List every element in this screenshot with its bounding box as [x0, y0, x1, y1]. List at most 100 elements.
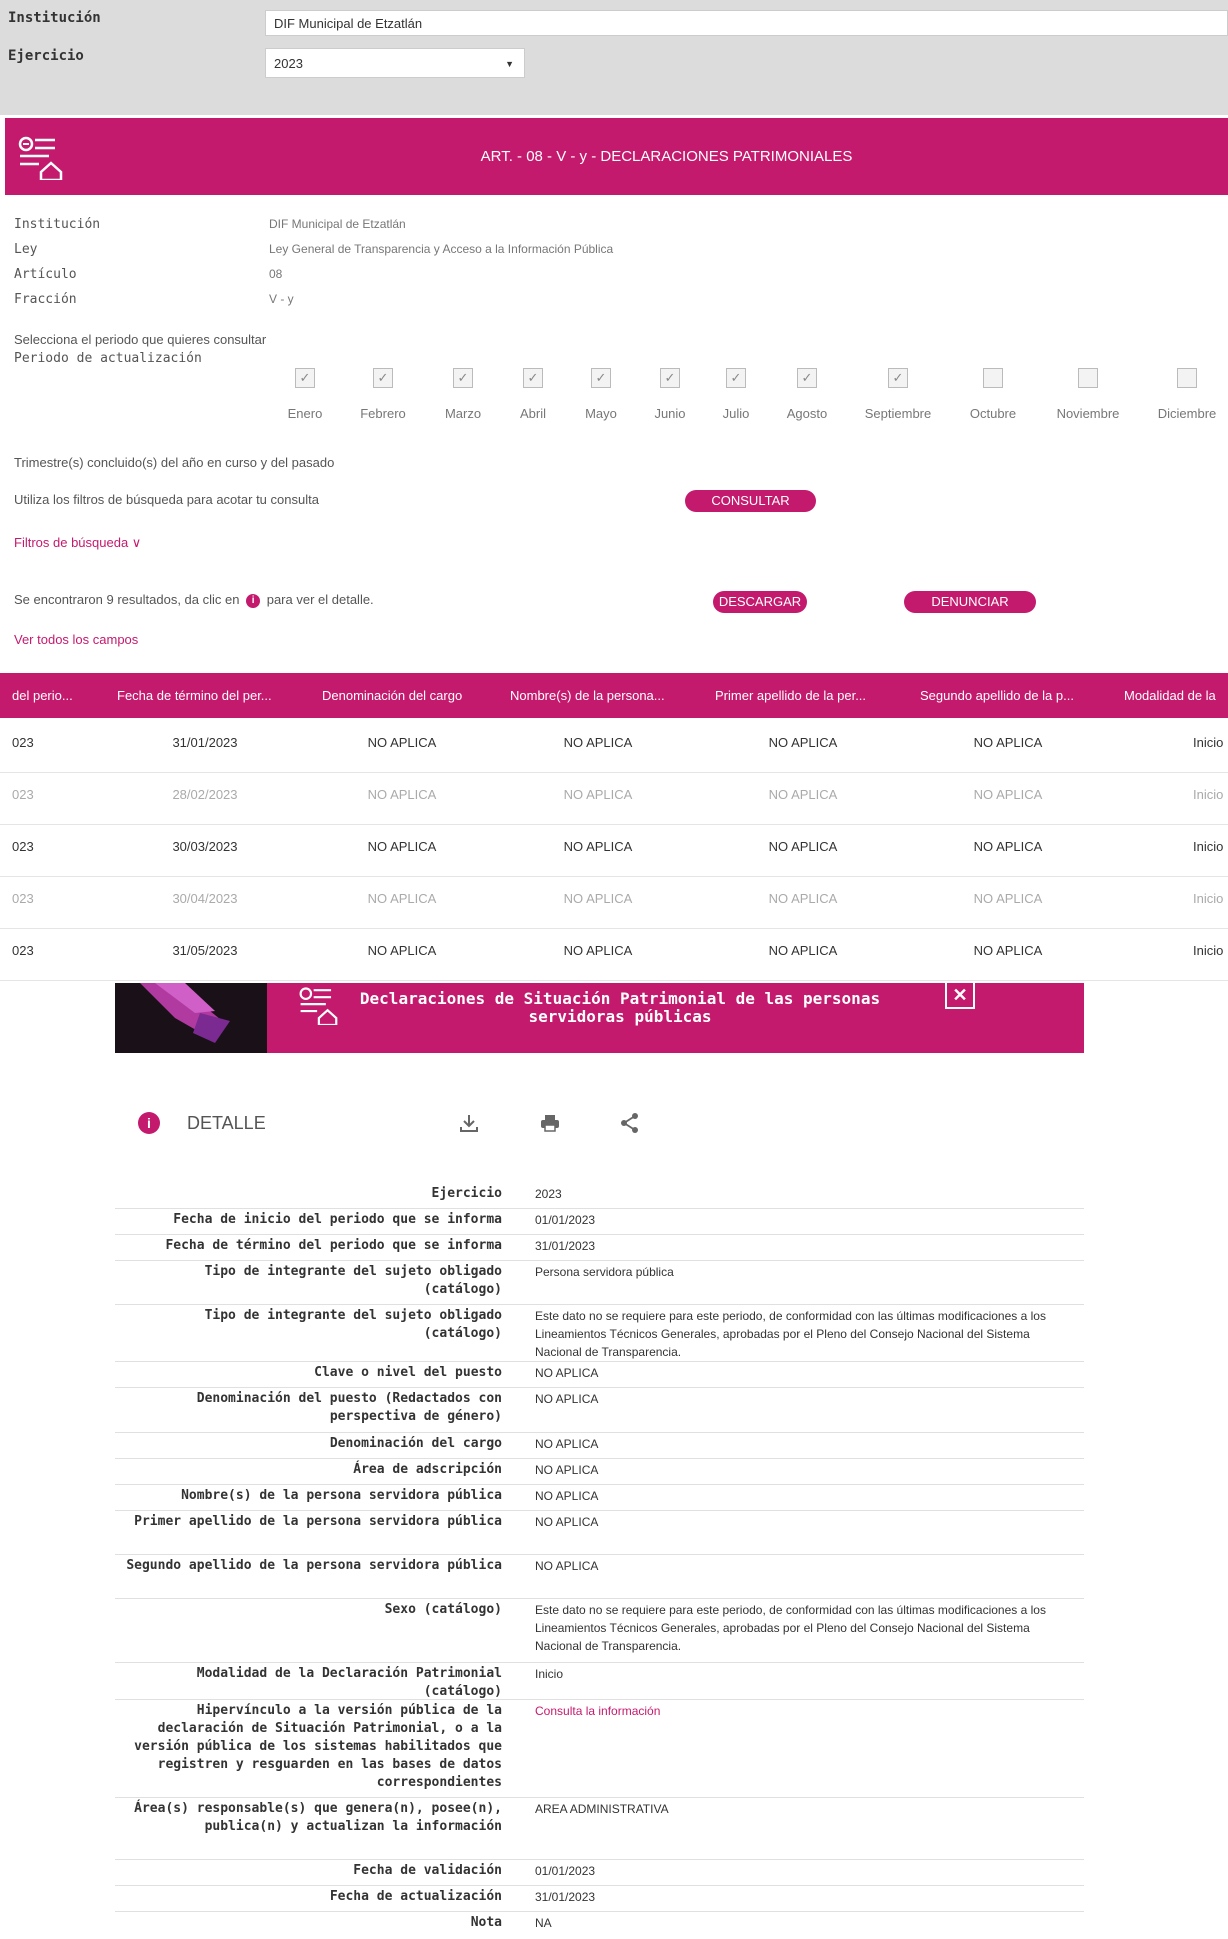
- table-cell: NO APLICA: [563, 735, 633, 750]
- table-cell[interactable]: 023: [12, 839, 34, 854]
- detail-value: NO APLICA: [535, 1559, 599, 1573]
- month-label: Diciembre: [1157, 406, 1217, 421]
- consulta-link[interactable]: Consulta la información: [535, 1702, 1075, 1720]
- table-cell: NO APLICA: [973, 735, 1043, 750]
- table-row-divider: [0, 772, 1228, 773]
- detail-divider: [115, 1387, 1084, 1388]
- detail-value: NO APLICA: [535, 1515, 599, 1529]
- th-denominacion-cargo[interactable]: Denominación del cargo: [322, 688, 462, 703]
- detail-divider: [115, 1662, 1084, 1663]
- ejercicio-select[interactable]: 2023 ▼: [265, 48, 525, 78]
- detail-label: Modalidad de la Declaración Patrimonial …: [196, 1666, 502, 1699]
- table-cell: NO APLICA: [973, 891, 1043, 906]
- detail-value: 31/01/2023: [535, 1890, 596, 1904]
- ver-todos-link[interactable]: Ver todos los campos: [14, 632, 138, 647]
- abstract-graphic-icon: [140, 983, 230, 1043]
- table-cell: NO APLICA: [563, 891, 633, 906]
- th-segundo-apellido[interactable]: Segundo apellido de la p...: [920, 688, 1074, 703]
- detail-value: NO APLICA: [535, 1463, 599, 1477]
- table-cell: NO APLICA: [563, 787, 633, 802]
- table-cell[interactable]: 023: [12, 943, 34, 958]
- table-cell: NO APLICA: [768, 943, 838, 958]
- table-row-divider: [0, 824, 1228, 825]
- ejercicio-label: Ejercicio: [8, 48, 84, 64]
- table-row-divider: [0, 980, 1228, 981]
- table-cell[interactable]: 023: [12, 735, 34, 750]
- detail-label: Denominación del cargo: [329, 1436, 502, 1451]
- descargar-button[interactable]: DESCARGAR: [713, 591, 807, 613]
- table-cell: 31/05/2023: [172, 943, 238, 958]
- detail-value: Persona servidora pública: [535, 1265, 674, 1279]
- table-cell: Inicio: [1193, 891, 1224, 906]
- month-checkbox[interactable]: [983, 368, 1003, 388]
- table-cell: NO APLICA: [768, 735, 838, 750]
- table-cell: 28/02/2023: [172, 787, 238, 802]
- info-icon: i: [246, 593, 261, 608]
- detail-label: Hipervínculo a la versión pública de la …: [134, 1703, 502, 1790]
- table-cell[interactable]: 023: [12, 787, 34, 802]
- th-primer-apellido[interactable]: Primer apellido de la per...: [715, 688, 866, 703]
- table-cell: NO APLICA: [367, 787, 437, 802]
- detail-divider: [115, 1361, 1084, 1362]
- month-checkbox[interactable]: ✓: [523, 368, 543, 388]
- institucion-field[interactable]: DIF Municipal de Etzatlán: [265, 10, 1228, 36]
- detail-label: Fecha de validación: [353, 1863, 502, 1878]
- month-label: Noviembre: [1056, 406, 1120, 421]
- th-modalidad[interactable]: Modalidad de la: [1124, 688, 1216, 703]
- detalle-heading: DETALLE: [187, 1113, 266, 1133]
- detail-value: Este dato no se requiere para este perio…: [535, 1309, 1046, 1359]
- periodo-prompt: Selecciona el periodo que quieres consul…: [14, 332, 267, 347]
- month-checkbox[interactable]: ✓: [373, 368, 393, 388]
- month-label: Agosto: [786, 406, 828, 421]
- table-cell: NO APLICA: [973, 787, 1043, 802]
- month-checkbox[interactable]: ✓: [453, 368, 473, 388]
- table-cell: NO APLICA: [563, 943, 633, 958]
- detail-value: NO APLICA: [535, 1489, 599, 1503]
- table-cell: Inicio: [1193, 839, 1224, 854]
- detail-label: Clave o nivel del puesto: [314, 1365, 502, 1380]
- table-cell: NO APLICA: [563, 839, 633, 854]
- detail-divider: [115, 1885, 1084, 1886]
- modal-decorative-image: [115, 983, 267, 1053]
- month-checkbox[interactable]: ✓: [660, 368, 680, 388]
- share-icon[interactable]: [620, 1112, 640, 1134]
- table-cell: NO APLICA: [973, 943, 1043, 958]
- detail-value: Este dato no se requiere para este perio…: [535, 1603, 1046, 1653]
- institucion-label: Institución: [8, 10, 101, 26]
- month-label: Octubre: [969, 406, 1017, 421]
- th-fecha-termino[interactable]: Fecha de término del per...: [117, 688, 272, 703]
- table-cell: NO APLICA: [973, 839, 1043, 854]
- month-checkbox[interactable]: ✓: [797, 368, 817, 388]
- print-icon[interactable]: [540, 1113, 560, 1133]
- close-icon: ✕: [952, 985, 968, 1005]
- detail-divider: [115, 1260, 1084, 1261]
- month-checkbox[interactable]: [1177, 368, 1197, 388]
- info-value-institucion: DIF Municipal de Etzatlán: [269, 217, 406, 231]
- detail-divider: [115, 1458, 1084, 1459]
- table-cell[interactable]: 023: [12, 891, 34, 906]
- download-icon[interactable]: [459, 1113, 479, 1133]
- detail-label: Denominación del puesto (Redactados con …: [196, 1391, 502, 1424]
- detail-divider: [115, 1911, 1084, 1912]
- month-checkbox[interactable]: ✓: [726, 368, 746, 388]
- detail-value: AREA ADMINISTRATIVA: [535, 1802, 669, 1816]
- month-checkbox[interactable]: [1078, 368, 1098, 388]
- detail-value: 01/01/2023: [535, 1864, 596, 1878]
- table-cell: Inicio: [1193, 787, 1224, 802]
- results-text: Se encontraron 9 resultados, da clic en …: [14, 592, 374, 608]
- month-checkbox[interactable]: ✓: [888, 368, 908, 388]
- month-checkbox[interactable]: ✓: [591, 368, 611, 388]
- filtros-busqueda-link[interactable]: Filtros de búsqueda ∨: [14, 535, 141, 551]
- detail-divider: [115, 1304, 1084, 1305]
- denunciar-button[interactable]: DENUNCIAR: [904, 591, 1036, 613]
- detail-divider: [115, 1554, 1084, 1555]
- consultar-button[interactable]: CONSULTAR: [685, 490, 816, 512]
- th-periodo[interactable]: del perio...: [12, 688, 73, 703]
- close-button[interactable]: ✕: [945, 983, 975, 1009]
- month-checkbox[interactable]: ✓: [295, 368, 315, 388]
- th-nombre[interactable]: Nombre(s) de la persona...: [510, 688, 665, 703]
- trimestre-text: Trimestre(s) concluido(s) del año en cur…: [14, 455, 335, 470]
- table-cell: NO APLICA: [768, 787, 838, 802]
- table-cell: 30/03/2023: [172, 839, 238, 854]
- periodo-label: Periodo de actualización: [14, 351, 202, 366]
